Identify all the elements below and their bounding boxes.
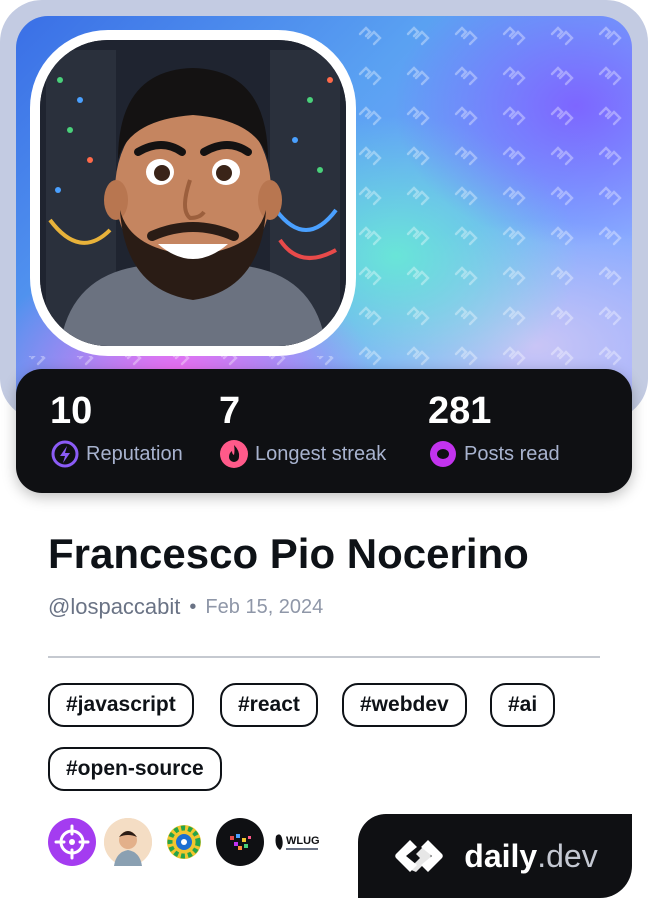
- profile-name: Francesco Pio Nocerino: [48, 530, 529, 577]
- brand-tld: .dev: [537, 837, 598, 874]
- tag-react[interactable]: #react: [220, 683, 318, 727]
- wlug-text: WLUG: [286, 835, 320, 847]
- tag-javascript[interactable]: #javascript: [48, 683, 194, 727]
- streak-flame-icon: [219, 439, 249, 469]
- devcard: 10 Reputation 7 Longest streak 281 Posts…: [0, 0, 648, 914]
- tag-open-source[interactable]: #open-source: [48, 747, 222, 791]
- stats-bar: 10 Reputation 7 Longest streak 281 Posts…: [16, 369, 632, 493]
- wlug-badge-icon[interactable]: WLUG: [272, 818, 320, 866]
- profile-handle: @lospaccabit: [48, 594, 181, 619]
- tag-ai[interactable]: #ai: [490, 683, 556, 727]
- handle-row: @lospaccabit • Feb 15, 2024: [48, 594, 323, 620]
- stat-value: 281: [428, 390, 492, 432]
- stat-label: Reputation: [86, 442, 183, 465]
- tag-webdev[interactable]: #webdev: [342, 683, 467, 727]
- reputation-bolt-icon: [50, 439, 80, 469]
- stat-posts-read: 281 Posts read: [428, 389, 560, 469]
- avatar: [40, 40, 346, 346]
- daily-dev-icon: [395, 840, 444, 872]
- divider: [48, 656, 600, 658]
- stat-label: Posts read: [464, 442, 560, 465]
- stat-reputation: 10 Reputation: [50, 389, 183, 469]
- joined-date: Feb 15, 2024: [205, 595, 324, 618]
- stat-label: Longest streak: [255, 442, 387, 465]
- separator-dot: •: [189, 595, 197, 618]
- stat-longest-streak: 7 Longest streak: [219, 389, 386, 469]
- stat-value: 10: [50, 390, 93, 432]
- avatar-squad-badge-icon[interactable]: [104, 818, 152, 866]
- stat-value: 7: [219, 390, 241, 432]
- brand-text: daily.dev: [464, 838, 597, 875]
- posts-read-eye-icon: [428, 439, 458, 469]
- gear-squad-badge-icon[interactable]: [160, 818, 208, 866]
- purple-target-badge-icon[interactable]: [48, 818, 96, 866]
- black-pixel-badge-icon[interactable]: [216, 818, 264, 866]
- brand-name: daily: [464, 837, 538, 874]
- daily-dev-logo[interactable]: daily.dev: [358, 814, 632, 898]
